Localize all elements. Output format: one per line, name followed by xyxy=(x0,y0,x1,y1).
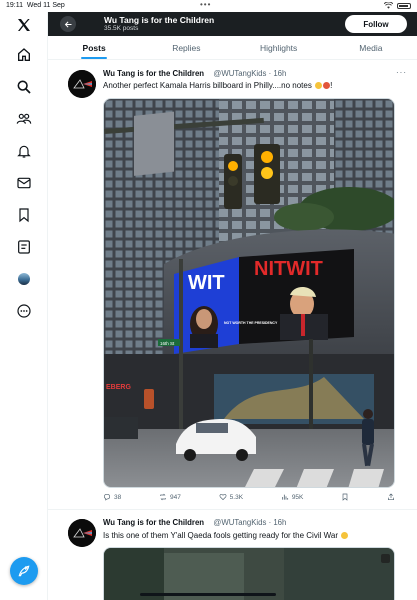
repost-button[interactable]: 947 xyxy=(159,493,181,501)
profile-name: Wu Tang is for the Children xyxy=(104,15,215,25)
like-count: 5.3K xyxy=(229,493,244,501)
like-button[interactable]: 5.3K xyxy=(219,493,243,501)
compose-icon xyxy=(18,565,30,577)
tweet-text: Is this one of them Y'all Qaeda fools ge… xyxy=(103,531,349,540)
tweet-author-handle: @WUTangKids xyxy=(213,518,267,527)
more-options-icon[interactable]: ··· xyxy=(396,68,407,77)
search-icon[interactable] xyxy=(14,77,34,97)
repost-count: 947 xyxy=(170,493,181,501)
wifi-icon xyxy=(384,2,393,9)
tweet-media-image[interactable]: WIT NITWIT NOT WORTH THE PRESIDENCY EBER… xyxy=(103,98,395,488)
avatar[interactable] xyxy=(68,70,96,98)
tab-media[interactable]: Media xyxy=(325,36,417,59)
tab-highlights[interactable]: Highlights xyxy=(233,36,325,59)
emoji-grin-icon xyxy=(341,532,349,539)
tweet-author-handle: @WUTangKids xyxy=(213,69,267,78)
street-sign: 16th St xyxy=(160,341,175,346)
status-time: 19:11 Wed 11 Sep xyxy=(6,2,65,9)
avatar[interactable] xyxy=(68,519,96,547)
home-indicator xyxy=(140,593,276,596)
bookmark-button[interactable] xyxy=(341,493,349,501)
tweet[interactable]: Wu Tang is for the Children @WUTangKids … xyxy=(48,510,417,600)
home-icon[interactable] xyxy=(14,45,34,65)
tweet[interactable]: Wu Tang is for the Children @WUTangKids … xyxy=(48,61,417,509)
tweet-actions: 38 947 5.3K 95K xyxy=(103,493,395,501)
multitask-dots-icon[interactable]: ••• xyxy=(200,0,211,9)
views-icon xyxy=(282,494,288,500)
profile-tabs: Posts Replies Highlights Media xyxy=(48,36,417,60)
back-button[interactable] xyxy=(60,16,76,32)
lists-icon[interactable] xyxy=(14,237,34,257)
repost-icon xyxy=(160,493,166,501)
tweet-author-name[interactable]: Wu Tang is for the Children xyxy=(103,518,204,527)
communities-icon[interactable] xyxy=(14,109,34,129)
notifications-icon[interactable] xyxy=(14,141,34,161)
views-count: 95K xyxy=(291,493,304,501)
tab-posts[interactable]: Posts xyxy=(48,36,140,59)
messages-icon[interactable] xyxy=(14,173,34,193)
more-icon[interactable] xyxy=(14,301,34,321)
tweet-timestamp[interactable]: · 16h xyxy=(269,69,287,78)
compose-button[interactable] xyxy=(10,557,38,585)
profile-header: Wu Tang is for the Children 35.5K posts … xyxy=(48,12,417,36)
reply-count: 38 xyxy=(114,493,122,501)
heart-icon xyxy=(219,493,227,501)
tweet-author-name[interactable]: Wu Tang is for the Children xyxy=(103,69,204,78)
billboard-caption: NOT WORTH THE PRESIDENCY xyxy=(224,321,278,325)
share-icon xyxy=(387,493,394,500)
tweet-text: Another perfect Kamala Harris billboard … xyxy=(103,81,333,90)
profile-icon[interactable] xyxy=(14,269,34,289)
billboard-right-text: NITWIT xyxy=(254,258,323,280)
status-bar: 19:11 Wed 11 Sep ••• xyxy=(0,0,417,12)
x-logo-icon[interactable] xyxy=(14,15,34,35)
reply-icon xyxy=(103,493,111,501)
tweet-timestamp[interactable]: · 16h xyxy=(269,518,287,527)
reply-button[interactable]: 38 xyxy=(103,493,121,501)
media-badge-icon xyxy=(381,554,390,563)
bookmark-icon xyxy=(342,493,348,501)
sidebar xyxy=(0,12,48,600)
share-button[interactable] xyxy=(387,493,395,501)
store-sign: EBERG xyxy=(106,384,131,391)
post-count: 35.5K posts xyxy=(104,25,139,32)
emoji-grin-icon xyxy=(315,82,323,89)
views-button[interactable]: 95K xyxy=(281,493,304,501)
arrow-left-icon xyxy=(64,21,71,27)
tab-replies[interactable]: Replies xyxy=(140,36,232,59)
billboard-left-text: WIT xyxy=(188,272,225,294)
bookmarks-icon[interactable] xyxy=(14,205,34,225)
follow-button[interactable]: Follow xyxy=(345,15,407,33)
battery-icon xyxy=(397,2,411,9)
